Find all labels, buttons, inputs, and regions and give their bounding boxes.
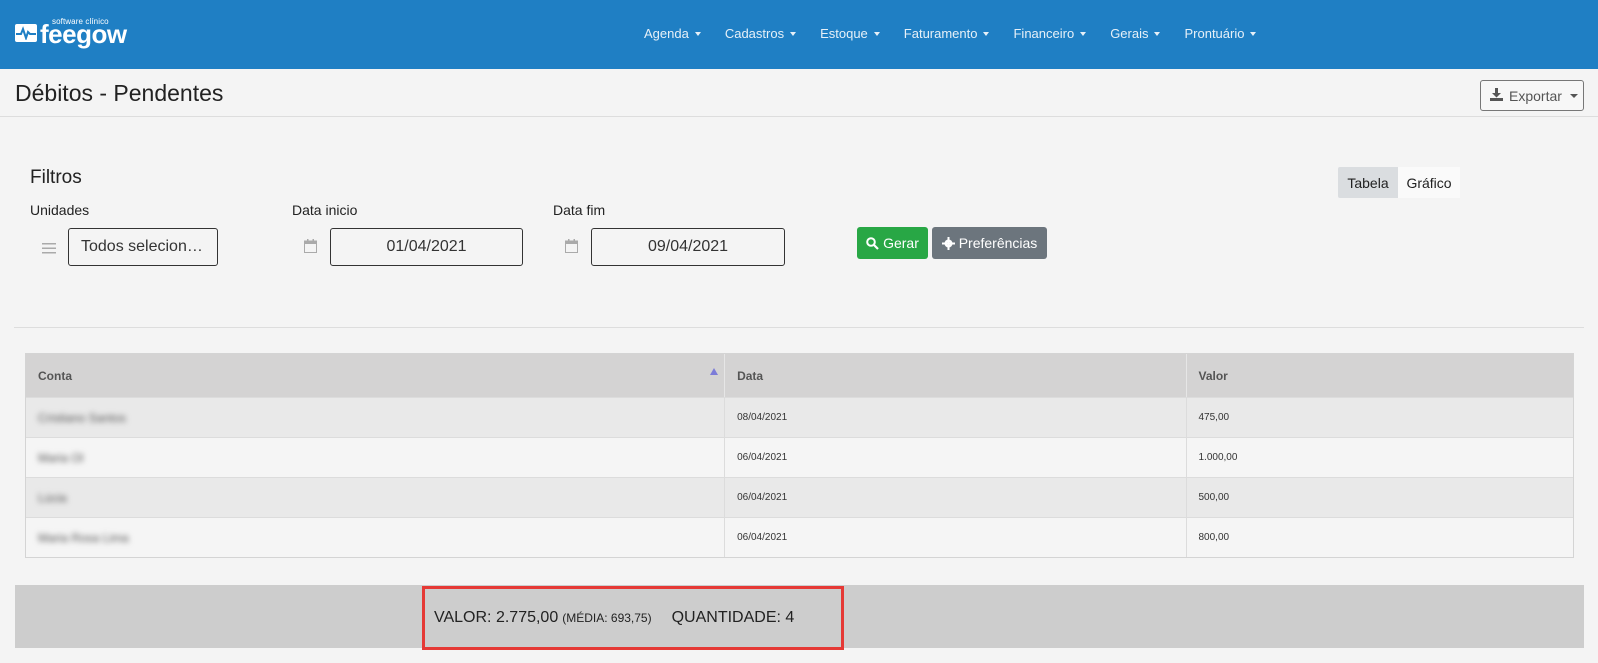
data-fim-label: Data fim bbox=[553, 202, 606, 218]
tab-grafico[interactable]: Gráfico bbox=[1398, 167, 1460, 198]
unidades-value: Todos selecion… bbox=[81, 238, 203, 255]
cell-conta: Cristiano Santos bbox=[26, 398, 726, 437]
preferencias-button[interactable]: Preferências bbox=[932, 227, 1047, 259]
menu-label: Prontuário bbox=[1184, 26, 1245, 41]
column-label: Data bbox=[737, 368, 764, 383]
menu-faturamento[interactable]: Faturamento bbox=[904, 26, 990, 41]
caret-down-icon bbox=[1250, 31, 1257, 36]
table-row[interactable]: Lúcia 06/04/2021 500,00 bbox=[26, 477, 1573, 517]
page-title: Débitos - Pendentes bbox=[15, 80, 224, 106]
cell-valor: 1.000,00 bbox=[1198, 452, 1238, 463]
data-inicio-input[interactable]: 01/04/2021 bbox=[330, 228, 523, 266]
unidades-label: Unidades bbox=[30, 202, 90, 218]
calendar-icon bbox=[565, 239, 578, 258]
caret-down-icon bbox=[1154, 31, 1161, 36]
menu-label: Agenda bbox=[644, 26, 689, 41]
preferencias-label: Preferências bbox=[958, 235, 1038, 251]
calendar-icon bbox=[304, 239, 317, 258]
gear-icon bbox=[941, 236, 955, 250]
unidades-select[interactable]: Todos selecion… bbox=[68, 228, 218, 266]
cell-data: 08/04/2021 bbox=[725, 398, 1187, 437]
export-button[interactable]: Exportar bbox=[1480, 80, 1584, 111]
caret-down-icon bbox=[873, 31, 880, 36]
sort-asc-icon bbox=[710, 368, 719, 375]
menu-agenda[interactable]: Agenda bbox=[644, 26, 701, 41]
caret-down-icon bbox=[790, 31, 797, 36]
download-icon bbox=[1490, 87, 1503, 104]
caret-down-icon bbox=[983, 31, 990, 36]
caret-down-icon bbox=[1569, 93, 1578, 98]
column-label: Valor bbox=[1198, 368, 1228, 383]
menu-label: Estoque bbox=[820, 26, 868, 41]
cell-data: 06/04/2021 bbox=[725, 438, 1187, 477]
cell-valor: 800,00 bbox=[1198, 532, 1230, 543]
cell-conta: Maria Ol bbox=[26, 438, 726, 477]
menu-label: Cadastros bbox=[724, 26, 785, 41]
data-fim-input[interactable]: 09/04/2021 bbox=[591, 228, 785, 266]
column-label: Conta bbox=[38, 368, 72, 383]
menu-label: Financeiro bbox=[1013, 26, 1075, 41]
column-header-data[interactable]: Data bbox=[725, 354, 1187, 397]
main-menu: Agenda Cadastros Estoque Faturamento Fin… bbox=[644, 26, 1280, 41]
menu-label: Faturamento bbox=[903, 26, 978, 41]
cell-conta: Lúcia bbox=[26, 478, 726, 517]
cell-data: 06/04/2021 bbox=[725, 518, 1187, 557]
debitos-table: Conta Data Valor Cristiano Santos 08/04/… bbox=[25, 353, 1574, 558]
table-row[interactable]: Cristiano Santos 08/04/2021 475,00 bbox=[26, 397, 1573, 437]
menu-estoque[interactable]: Estoque bbox=[820, 26, 880, 41]
data-inicio-value: 01/04/2021 bbox=[386, 238, 467, 255]
caret-down-icon bbox=[694, 31, 701, 36]
summary-quantidade: QUANTIDADE: 4 bbox=[671, 609, 795, 626]
list-icon bbox=[42, 241, 56, 259]
conta-value: Maria Ol bbox=[38, 450, 84, 465]
data-inicio-label: Data inicio bbox=[292, 202, 358, 218]
cell-valor: 500,00 bbox=[1198, 492, 1230, 503]
pulse-icon bbox=[15, 24, 37, 42]
menu-prontuario[interactable]: Prontuário bbox=[1184, 26, 1257, 41]
conta-value: Cristiano Santos bbox=[38, 410, 127, 425]
gerar-label: Gerar bbox=[883, 235, 919, 251]
filters-title: Filtros bbox=[30, 167, 82, 188]
table-row[interactable]: Maria Ol 06/04/2021 1.000,00 bbox=[26, 437, 1573, 477]
conta-value: Maria Rosa Lima bbox=[38, 530, 129, 545]
conta-value: Lúcia bbox=[38, 490, 67, 505]
gerar-button[interactable]: Gerar bbox=[857, 227, 928, 259]
menu-cadastros[interactable]: Cadastros bbox=[724, 26, 797, 41]
summary-media: (MÉDIA: 693,75) bbox=[562, 611, 652, 625]
summary-valor: VALOR: 2.775,00 bbox=[434, 609, 559, 626]
table-header: Conta Data Valor bbox=[26, 354, 1573, 397]
cell-valor: 475,00 bbox=[1198, 412, 1230, 423]
summary-highlight: VALOR: 2.775,00 (MÉDIA: 693,75) QUANTIDA… bbox=[422, 586, 844, 650]
column-header-valor[interactable]: Valor bbox=[1187, 354, 1574, 397]
menu-gerais[interactable]: Gerais bbox=[1110, 26, 1161, 41]
column-header-conta[interactable]: Conta bbox=[26, 354, 726, 397]
divider bbox=[0, 116, 1598, 117]
cell-conta: Maria Rosa Lima bbox=[26, 518, 726, 557]
menu-label: Gerais bbox=[1110, 26, 1149, 41]
export-label: Exportar bbox=[1509, 87, 1562, 104]
top-navbar: software clínico feegow Agenda Cadastros… bbox=[0, 0, 1598, 69]
search-icon bbox=[866, 236, 879, 250]
cell-data: 06/04/2021 bbox=[725, 478, 1187, 517]
table-row[interactable]: Maria Rosa Lima 06/04/2021 800,00 bbox=[26, 517, 1573, 557]
divider bbox=[14, 327, 1584, 328]
menu-financeiro[interactable]: Financeiro bbox=[1013, 26, 1087, 41]
data-fim-value: 09/04/2021 bbox=[647, 238, 729, 255]
caret-down-icon bbox=[1080, 31, 1087, 36]
tab-tabela[interactable]: Tabela bbox=[1338, 167, 1398, 198]
logo-wordmark: feegow bbox=[40, 19, 127, 49]
